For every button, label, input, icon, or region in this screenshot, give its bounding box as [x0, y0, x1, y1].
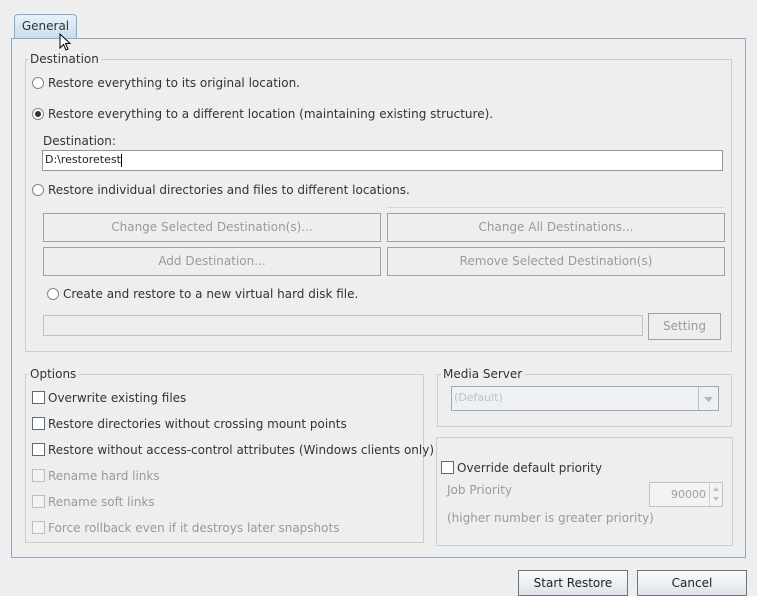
start-restore-button[interactable]: Start Restore [518, 570, 628, 596]
destination-group [25, 59, 732, 352]
setting-button[interactable]: Setting [648, 313, 721, 340]
radio-different-location[interactable] [32, 108, 44, 120]
job-priority-label: Job Priority [447, 483, 513, 497]
arrow-cursor-icon [59, 33, 72, 51]
text-caret [120, 153, 122, 167]
media-server-selected-value: (Default) [454, 391, 503, 404]
no-acl-attributes-checkbox[interactable] [32, 443, 45, 456]
destination-legend: Destination [28, 52, 101, 66]
rename-hard-links-label: Rename hard links [48, 469, 160, 483]
radio-individual-label: Restore individual directories and files… [48, 183, 410, 197]
radio-virtual-hard-disk[interactable] [47, 288, 59, 300]
media-server-legend: Media Server [441, 367, 525, 381]
destination-field-label: Destination: [43, 134, 116, 148]
job-priority-value: 90000 [671, 488, 706, 501]
remove-selected-destinations-button[interactable]: Remove Selected Destination(s) [387, 247, 725, 276]
priority-hint: (higher number is greater priority) [447, 511, 654, 525]
media-server-dropdown-button[interactable] [698, 387, 718, 410]
override-priority-label: Override default priority [457, 461, 603, 475]
no-cross-mount-points-checkbox[interactable] [32, 417, 45, 430]
cancel-button[interactable]: Cancel [637, 570, 747, 596]
override-priority-checkbox[interactable] [441, 461, 454, 474]
add-destination-button[interactable]: Add Destination... [43, 247, 381, 276]
spinner-arrows-icon[interactable] [709, 483, 722, 506]
radio-original-location[interactable] [32, 77, 44, 89]
destination-input[interactable]: D:\restoretest [42, 150, 723, 171]
options-legend: Options [28, 367, 79, 381]
overwrite-existing-files-checkbox[interactable] [32, 391, 45, 404]
radio-different-label: Restore everything to a different locati… [48, 107, 494, 121]
change-all-destinations-button[interactable]: Change All Destinations... [387, 213, 725, 242]
chevron-down-icon [704, 397, 713, 402]
separator-line [387, 207, 724, 208]
vhd-path-input[interactable] [43, 315, 643, 336]
radio-individual-locations[interactable] [32, 184, 44, 196]
rename-soft-links-label: Rename soft links [48, 495, 155, 509]
no-cross-mount-points-label: Restore directories without crossing mou… [48, 417, 347, 431]
force-rollback-label: Force rollback even if it destroys later… [48, 521, 340, 535]
destination-input-value: D:\restoretest [45, 153, 121, 166]
change-selected-destinations-button[interactable]: Change Selected Destination(s)... [43, 213, 381, 242]
rename-hard-links-checkbox[interactable] [32, 469, 45, 482]
rename-soft-links-checkbox[interactable] [32, 495, 45, 508]
radio-vhd-label: Create and restore to a new virtual hard… [63, 287, 359, 301]
force-rollback-checkbox[interactable] [32, 521, 45, 534]
overwrite-existing-files-label: Overwrite existing files [48, 391, 187, 405]
media-server-select[interactable]: (Default) [451, 386, 719, 411]
no-acl-attributes-label: Restore without access-control attribute… [48, 443, 435, 457]
tab-general-label: General [21, 19, 70, 33]
radio-original-label: Restore everything to its original locat… [48, 76, 300, 90]
job-priority-spinner[interactable]: 90000 [649, 482, 723, 507]
